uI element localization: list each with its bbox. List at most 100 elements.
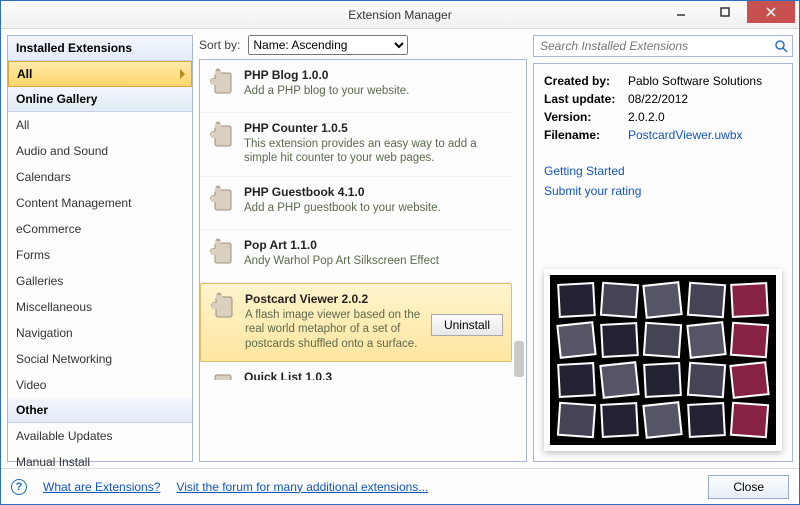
extension-body: PHP Blog 1.0.0 Add a PHP blog to your we… <box>244 68 504 102</box>
search-input[interactable] <box>534 36 770 56</box>
extension-icon <box>209 292 237 326</box>
postcard-icon <box>600 361 641 399</box>
search-icon[interactable] <box>770 36 792 56</box>
info-row: Last update:08/22/2012 <box>544 92 782 106</box>
postcard-icon <box>557 282 596 318</box>
extension-item[interactable]: PHP Blog 1.0.0 Add a PHP blog to your we… <box>200 60 512 113</box>
sidebar-item[interactable]: All <box>8 112 192 138</box>
sidebar: Installed Extensions All Online Gallery … <box>7 35 193 462</box>
postcard-icon <box>730 282 769 318</box>
extension-icon <box>208 68 236 102</box>
extension-name: PHP Counter 1.0.5 <box>244 121 504 135</box>
extension-name: Postcard Viewer 2.0.2 <box>245 292 503 306</box>
footer: ? What are Extensions? Visit the forum f… <box>1 468 799 504</box>
info-key: Filename: <box>544 128 628 142</box>
info-key: Created by: <box>544 74 628 88</box>
postcard-icon <box>557 362 596 398</box>
extension-desc: Add a PHP blog to your website. <box>244 84 504 98</box>
close-button[interactable]: Close <box>708 475 789 499</box>
sidebar-item[interactable]: Navigation <box>8 320 192 346</box>
sidebar-item[interactable]: Social Networking <box>8 346 192 372</box>
extension-desc: Add a PHP guestbook to your website. <box>244 201 504 215</box>
sidebar-item[interactable]: Calendars <box>8 164 192 190</box>
extension-name: PHP Guestbook 4.1.0 <box>244 185 504 199</box>
postcard-icon <box>643 281 684 319</box>
sort-bar: Sort by: Name: Ascending Name: Descendin… <box>199 35 527 59</box>
sidebar-item[interactable]: Audio and Sound <box>8 138 192 164</box>
extension-body: Quick List 1.0.3 <box>244 370 504 380</box>
extension-list-container: PHP Blog 1.0.0 Add a PHP blog to your we… <box>199 59 527 462</box>
extension-body: Pop Art 1.1.0 Andy Warhol Pop Art Silksc… <box>244 238 504 272</box>
sidebar-item[interactable]: Available Updates <box>8 423 192 449</box>
info-row: Filename:PostcardViewer.uwbx <box>544 128 782 142</box>
extension-manager-window: Extension Manager Installed Extensions A… <box>0 0 800 505</box>
info-key: Last update: <box>544 92 628 106</box>
extension-body: PHP Guestbook 4.1.0 Add a PHP guestbook … <box>244 185 504 219</box>
extension-item[interactable]: Quick List 1.0.3 <box>200 362 512 380</box>
preview-thumbnail <box>544 269 782 451</box>
info-key: Version: <box>544 110 628 124</box>
extension-item[interactable]: Pop Art 1.1.0 Andy Warhol Pop Art Silksc… <box>200 230 512 283</box>
sidebar-item[interactable]: Video <box>8 372 192 398</box>
postcard-icon <box>557 402 596 439</box>
extension-list[interactable]: PHP Blog 1.0.0 Add a PHP blog to your we… <box>200 60 526 461</box>
postcard-icon <box>687 402 726 438</box>
extension-icon <box>208 185 236 219</box>
sidebar-item[interactable]: eCommerce <box>8 216 192 242</box>
scrollbar-thumb[interactable] <box>514 341 524 377</box>
postcard-icon <box>686 362 725 399</box>
extension-desc: This extension provides an easy way to a… <box>244 137 504 166</box>
extension-item[interactable]: PHP Counter 1.0.5 This extension provide… <box>200 113 512 177</box>
submit-rating-link[interactable]: Submit your rating <box>544 184 782 198</box>
info-value-link[interactable]: PostcardViewer.uwbx <box>628 128 743 142</box>
sidebar-header-online-gallery[interactable]: Online Gallery <box>8 87 192 112</box>
sidebar-item[interactable]: Manual Install <box>8 449 192 468</box>
extension-desc: Andy Warhol Pop Art Silkscreen Effect <box>244 254 504 268</box>
info-links: Getting Started Submit your rating <box>544 164 782 204</box>
sidebar-header-all-selected[interactable]: All <box>8 61 192 87</box>
preview-canvas <box>550 275 776 445</box>
postcard-icon <box>600 282 639 319</box>
sidebar-item[interactable]: Content Management <box>8 190 192 216</box>
titlebar: Extension Manager <box>1 1 799 29</box>
maximize-button[interactable] <box>703 1 747 23</box>
sidebar-item[interactable]: Galleries <box>8 268 192 294</box>
extension-icon <box>208 121 236 155</box>
extension-item[interactable]: PHP Guestbook 4.1.0 Add a PHP guestbook … <box>200 177 512 230</box>
sidebar-item[interactable]: Miscellaneous <box>8 294 192 320</box>
info-panel: Created by:Pablo Software Solutions Last… <box>533 63 793 462</box>
info-value: 2.0.2.0 <box>628 110 665 124</box>
forum-link[interactable]: Visit the forum for many additional exte… <box>176 480 428 494</box>
postcard-icon <box>600 402 639 438</box>
postcard-icon <box>643 322 682 359</box>
sidebar-item[interactable]: Forms <box>8 242 192 268</box>
info-row: Created by:Pablo Software Solutions <box>544 74 782 88</box>
uninstall-button[interactable]: Uninstall <box>431 314 503 336</box>
what-are-extensions-link[interactable]: What are Extensions? <box>43 480 160 494</box>
window-buttons <box>659 1 795 23</box>
close-window-button[interactable] <box>747 1 795 23</box>
main-panel: Sort by: Name: Ascending Name: Descendin… <box>199 35 527 462</box>
postcard-icon <box>600 322 639 358</box>
postcard-icon <box>644 362 683 398</box>
right-panel: Created by:Pablo Software Solutions Last… <box>533 35 793 462</box>
postcard-icon <box>686 321 727 359</box>
extension-icon <box>208 370 236 380</box>
postcard-icon <box>729 361 770 399</box>
extension-item-selected[interactable]: Uninstall Postcard Viewer 2.0.2 A flash … <box>200 283 512 362</box>
extension-icon <box>208 238 236 272</box>
sidebar-header-installed[interactable]: Installed Extensions <box>8 36 192 61</box>
postcard-icon <box>643 401 684 439</box>
postcard-icon <box>556 321 597 359</box>
extension-name: Quick List 1.0.3 <box>244 370 504 380</box>
sort-select[interactable]: Name: Ascending Name: Descending Date: A… <box>248 35 408 55</box>
content-area: Installed Extensions All Online Gallery … <box>1 29 799 468</box>
sidebar-header-other[interactable]: Other <box>8 398 192 423</box>
extension-body: Uninstall Postcard Viewer 2.0.2 A flash … <box>245 292 503 351</box>
info-value: Pablo Software Solutions <box>628 74 762 88</box>
minimize-button[interactable] <box>659 1 703 23</box>
help-icon[interactable]: ? <box>11 479 27 495</box>
postcard-icon <box>730 322 769 359</box>
extension-body: PHP Counter 1.0.5 This extension provide… <box>244 121 504 166</box>
getting-started-link[interactable]: Getting Started <box>544 164 782 178</box>
